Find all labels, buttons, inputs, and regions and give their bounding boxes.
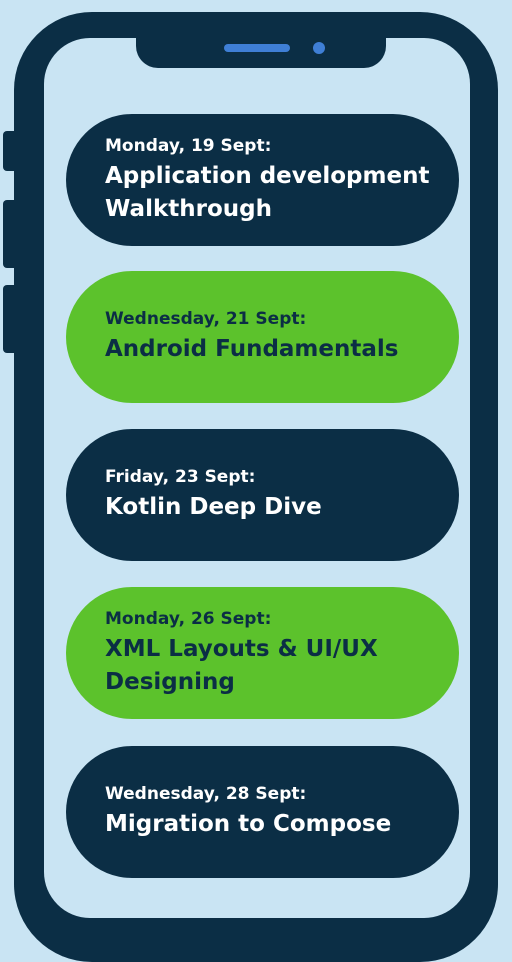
session-title-line: XML Layouts & UI/UX xyxy=(105,635,378,662)
session-title-line: Walkthrough xyxy=(105,195,272,222)
session-title: Android Fundamentals xyxy=(105,333,429,366)
session-title-line: Android Fundamentals xyxy=(105,336,399,362)
session-card-wednesday-28[interactable]: Wednesday, 28 Sept: Migration to Compose xyxy=(66,746,459,878)
session-card-wednesday-21[interactable]: Wednesday, 21 Sept: Android Fundamentals xyxy=(66,271,459,403)
side-button xyxy=(3,285,19,353)
session-date: Wednesday, 21 Sept: xyxy=(105,309,307,329)
session-date: Friday, 23 Sept: xyxy=(105,467,256,487)
session-title-line: Migration to Compose xyxy=(105,811,392,837)
phone-notch xyxy=(136,18,386,68)
session-card-friday-23[interactable]: Friday, 23 Sept: Kotlin Deep Dive xyxy=(66,429,459,561)
session-title: Application development Walkthrough xyxy=(105,160,429,226)
session-card-monday-26[interactable]: Monday, 26 Sept: XML Layouts & UI/UX Des… xyxy=(66,587,459,719)
side-button xyxy=(3,200,19,268)
session-title-line: Designing xyxy=(105,668,235,695)
side-button xyxy=(3,131,19,171)
session-title-line: Application development xyxy=(105,162,430,189)
camera-icon xyxy=(313,42,325,54)
session-title-line: Kotlin Deep Dive xyxy=(105,494,322,520)
session-title: Migration to Compose xyxy=(105,808,429,841)
session-date: Monday, 19 Sept: xyxy=(105,135,272,156)
speaker-icon xyxy=(224,44,290,52)
session-title: Kotlin Deep Dive xyxy=(105,491,429,524)
session-title: XML Layouts & UI/UX Designing xyxy=(105,633,429,699)
session-card-monday-19[interactable]: Monday, 19 Sept: Application development… xyxy=(66,114,459,246)
session-date: Monday, 26 Sept: xyxy=(105,608,272,629)
session-date: Wednesday, 28 Sept: xyxy=(105,784,307,804)
